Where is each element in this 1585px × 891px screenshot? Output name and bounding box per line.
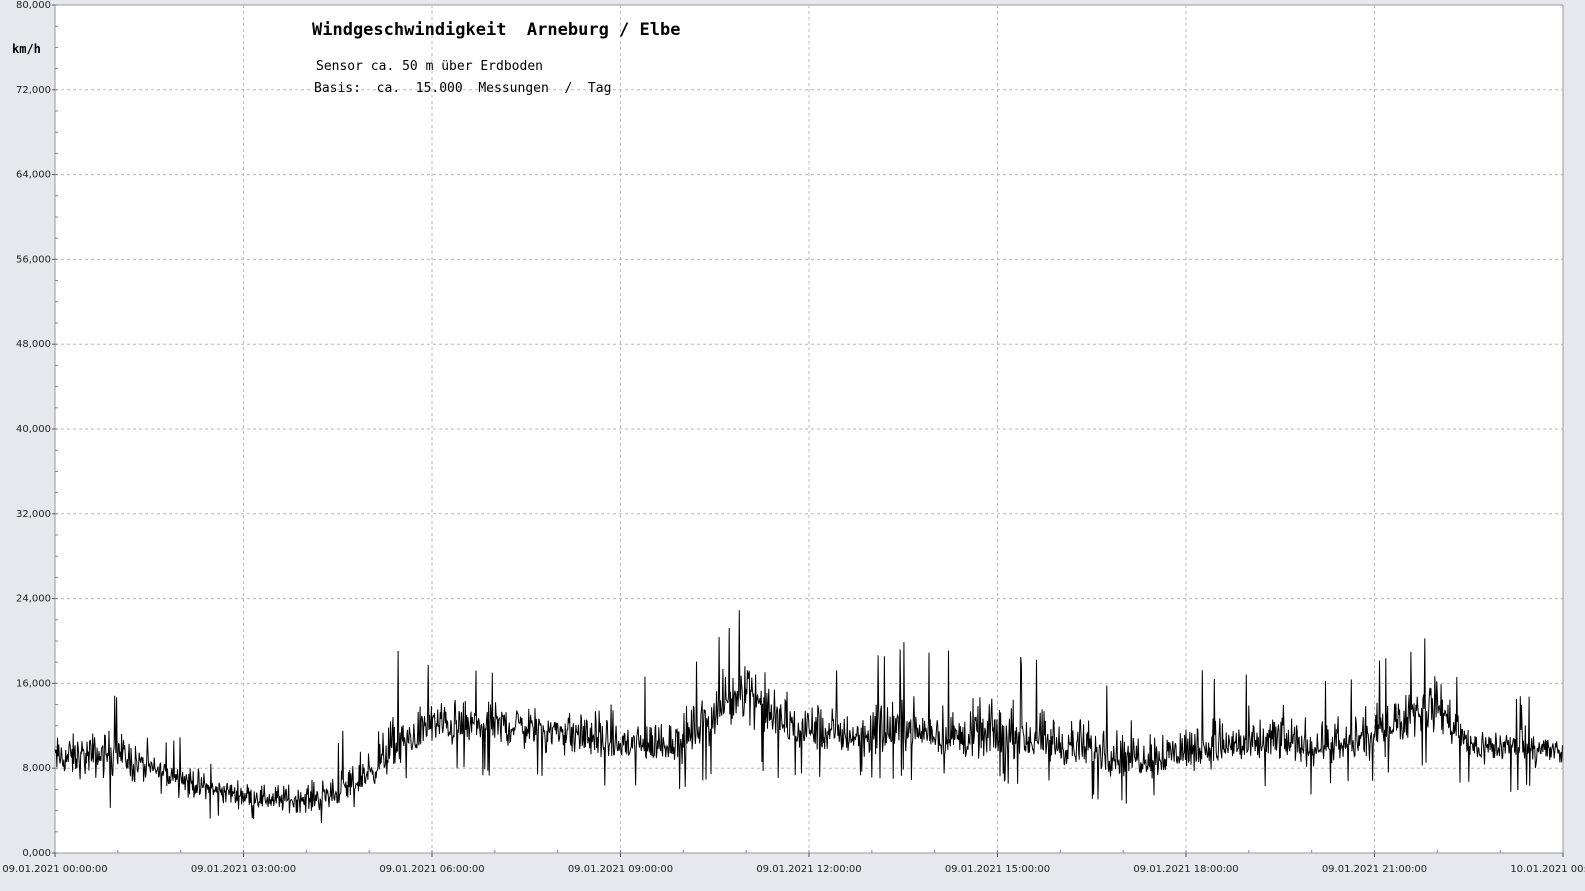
chart-area: 0,000 8,000 16,000 24,000 32,000 40,000 48,000… [0, 0, 1585, 891]
x-tick-label: 09.01.2021 06:00:00 [379, 864, 484, 875]
x-tick-label: 09.01.2021 21:00:00 [1322, 864, 1427, 875]
x-tick-label: 09.01.2021 12:00:00 [756, 864, 861, 875]
line-chart: 0,000 8,000 16,000 24,000 32,000 40,000 48,000… [2, 0, 1585, 875]
x-tick-label: 09.01.2021 00:00:00 [2, 864, 107, 875]
y-tick-label: 24,000 [16, 594, 51, 605]
chart-title: Windgeschwindigkeit Arneburg / Elbe [312, 20, 680, 40]
x-tick-label: 09.01.2021 15:00:00 [945, 864, 1050, 875]
y-tick-label: 32,000 [16, 509, 51, 520]
y-tick-label: 64,000 [16, 170, 51, 181]
y-tick-label: 56,000 [16, 254, 51, 265]
chart-subtitle-line-1: Sensor ca. 50 m über Erdboden [316, 59, 543, 74]
y-tick-label: 40,000 [16, 424, 51, 435]
x-tick-label: 09.01.2021 18:00:00 [1133, 864, 1238, 875]
y-tick-label: 72,000 [16, 85, 51, 96]
y-axis-unit-label: km/h [12, 42, 41, 56]
x-tick-label: 10.01.2021 00:00:00 [1510, 864, 1585, 875]
y-tick-label: 0,000 [22, 848, 51, 859]
x-axis-ticks: 09.01.2021 00:00:00 09.01.2021 03:00:00 09… [2, 853, 1585, 875]
y-tick-label: 8,000 [22, 763, 51, 774]
x-tick-label: 09.01.2021 03:00:00 [191, 864, 296, 875]
chart-subtitle-line-2: Basis: ca. 15.000 Messungen / Tag [314, 81, 611, 96]
y-tick-label: 80,000 [16, 0, 51, 11]
y-axis-ticks: 0,000 8,000 16,000 24,000 32,000 40,000 48,000… [16, 0, 55, 859]
x-tick-label: 09.01.2021 09:00:00 [568, 864, 673, 875]
y-tick-label: 16,000 [16, 678, 51, 689]
y-tick-label: 48,000 [16, 339, 51, 350]
